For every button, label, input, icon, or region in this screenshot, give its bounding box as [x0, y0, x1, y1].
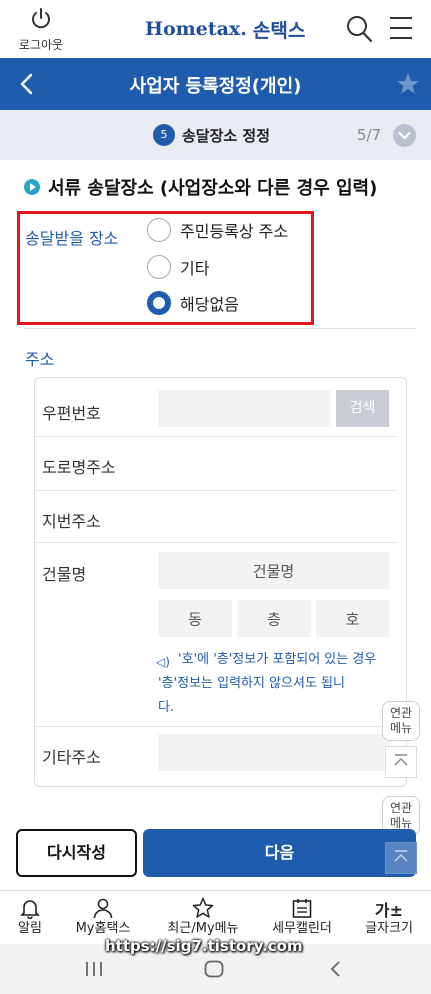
row-divider [35, 726, 397, 727]
bottom-tab-bar: 알림 My홈택스 최근/My메뉴 세무캘린더 가± 글자크기 [0, 890, 431, 944]
logout-button[interactable]: 로그아웃 [12, 8, 70, 53]
bell-icon [20, 900, 40, 920]
person-icon [93, 898, 113, 919]
step-list-toggle-button[interactable] [393, 124, 416, 147]
related-menu-label-2: 메뉴 [389, 721, 413, 735]
home-icon[interactable] [204, 960, 224, 978]
watermark-text: https://sig7.tistory.com [105, 937, 303, 955]
notice-line: '층'정보는 입력하지 않으셔도 됩니 [158, 676, 345, 691]
top-header: 로그아웃 Hometax. 손택스 [0, 0, 431, 58]
other-address-label: 기타주소 [42, 748, 101, 767]
speaker-icon: ◁) [156, 655, 170, 669]
hamburger-menu-icon[interactable] [389, 15, 413, 41]
radio-label: 해당없음 [180, 295, 239, 314]
floor-notice: ◁) '호'에 '층'정보가 포함되어 있는 경우 '층'정보는 입력하지 않으… [156, 648, 390, 720]
scroll-top-button[interactable] [385, 746, 417, 778]
radio-label: 기타 [180, 259, 210, 278]
step-pager: 5/7 [357, 126, 382, 144]
page-title: 사업자 등록정정(개인) [129, 76, 302, 97]
favorite-star-icon[interactable] [396, 72, 420, 96]
building-name-label: 건물명 [42, 565, 87, 584]
play-bullet-icon [24, 179, 40, 195]
chevron-up-icon [394, 850, 408, 862]
building-name-placeholder: 건물명 [252, 562, 295, 580]
tab-label: 알림 [18, 921, 42, 936]
row-divider [35, 436, 397, 437]
section-header: 서류 송달장소 (사업장소와 다른 경우 입력) [24, 174, 377, 200]
tab-font-size[interactable]: 가± 글자크기 [349, 891, 429, 936]
related-menu-label-1: 연관 [389, 801, 413, 815]
tab-tax-calendar[interactable]: 세무캘린더 [262, 891, 342, 936]
step-name: 송달장소 정정 [182, 127, 271, 145]
zip-code-label: 우편번호 [42, 404, 101, 423]
search-icon[interactable] [345, 14, 373, 44]
logo-hometax-text: Hometax. [145, 18, 247, 40]
font-size-icon: 가± [374, 901, 404, 920]
tab-label: 세무캘린더 [272, 921, 332, 936]
step-indicator-bar: 5 송달장소 정정 5/7 [0, 110, 431, 160]
chevron-down-icon [398, 132, 411, 140]
tab-recent-my-menu[interactable]: 최근/My메뉴 [163, 891, 243, 936]
tab-label: 최근/My메뉴 [167, 921, 239, 936]
chevron-up-icon [394, 754, 408, 766]
calendar-icon [292, 899, 312, 918]
ho-placeholder: 호 [345, 610, 360, 628]
related-menu-button[interactable]: 연관 메뉴 [382, 701, 420, 741]
address-search-button[interactable]: 검색 [336, 390, 389, 427]
divider [24, 328, 416, 329]
recent-apps-icon[interactable] [85, 961, 103, 977]
tab-label: 글자크기 [365, 921, 413, 936]
reset-button[interactable]: 다시작성 [16, 829, 137, 877]
row-divider [35, 490, 397, 491]
tab-my-hometax[interactable]: My홈택스 [63, 891, 143, 936]
radio-label: 주민등록상 주소 [180, 222, 289, 241]
floor-input[interactable]: 층 [237, 600, 311, 637]
dong-input[interactable]: 동 [158, 600, 232, 637]
logo-sontax-text: 손택스 [252, 19, 306, 42]
power-icon [32, 8, 50, 29]
zip-code-input[interactable] [158, 390, 331, 427]
star-icon [192, 897, 214, 918]
step-number-badge: 5 [153, 124, 175, 146]
floor-placeholder: 층 [267, 610, 281, 628]
scroll-top-button[interactable] [385, 842, 417, 874]
other-address-input[interactable] [158, 734, 389, 771]
building-name-input[interactable]: 건물명 [158, 552, 389, 589]
tab-label: My홈택스 [75, 921, 131, 936]
dong-placeholder: 동 [188, 610, 202, 628]
notice-line: 다. [158, 700, 175, 715]
page-title-bar: 사업자 등록정정(개인) [0, 58, 431, 110]
delivery-place-label: 송달받을 장소 [25, 229, 119, 248]
radio-option-other[interactable]: 기타 [147, 255, 209, 279]
tab-alerts[interactable]: 알림 [0, 891, 70, 936]
address-label: 주소 [25, 350, 55, 369]
radio-button[interactable] [147, 218, 171, 242]
back-icon[interactable] [328, 960, 342, 978]
logout-label: 로그아웃 [18, 38, 64, 52]
radio-option-none[interactable]: 해당없음 [147, 291, 239, 315]
related-menu-label-1: 연관 [389, 706, 413, 720]
next-button[interactable]: 다음 [143, 829, 416, 877]
lot-address-label: 지번주소 [42, 512, 101, 531]
radio-button[interactable] [147, 255, 171, 279]
hometax-logo[interactable]: Hometax. 손택스 [145, 12, 305, 46]
ho-input[interactable]: 호 [316, 600, 389, 637]
section-title: 서류 송달장소 (사업장소와 다른 경우 입력) [48, 178, 378, 199]
road-address-label: 도로명주소 [42, 458, 116, 477]
row-divider [35, 542, 397, 543]
radio-button-selected[interactable] [147, 291, 171, 315]
radio-option-resident-address[interactable]: 주민등록상 주소 [147, 218, 288, 242]
notice-line: '호'에 '층'정보가 포함되어 있는 경우 [178, 652, 377, 667]
